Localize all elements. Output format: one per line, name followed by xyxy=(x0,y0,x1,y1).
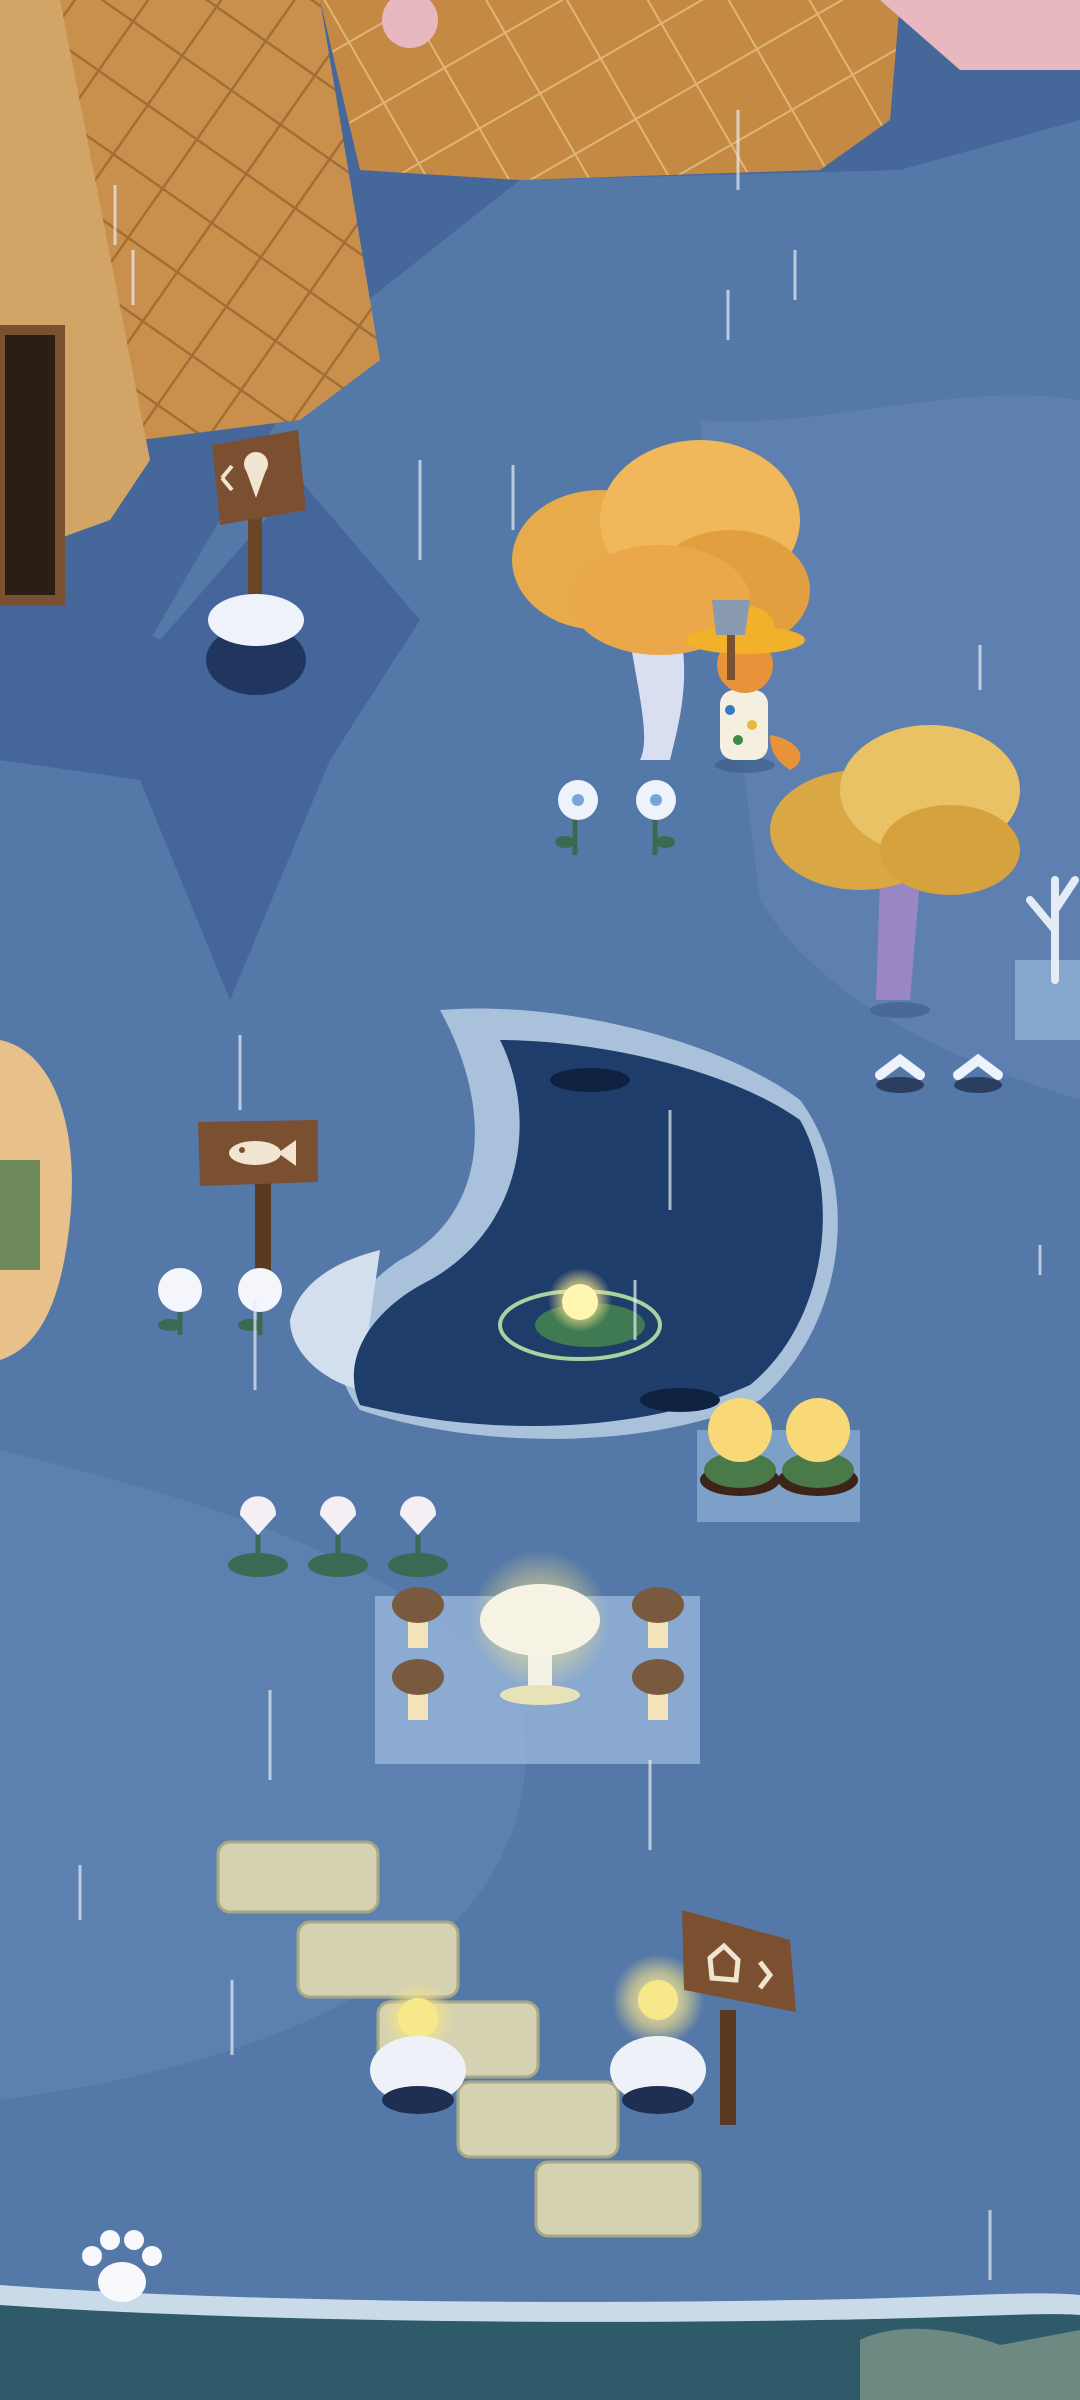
paw-icon xyxy=(82,2230,162,2302)
sea-rocks xyxy=(860,2328,1080,2400)
world-map[interactable] xyxy=(0,0,1080,2400)
game-scene[interactable] xyxy=(0,0,1080,2400)
paw-button[interactable] xyxy=(72,2218,172,2318)
fish-shadow[interactable] xyxy=(640,1388,720,1412)
house-door[interactable] xyxy=(0,325,65,605)
snow-bush xyxy=(206,594,306,695)
fish-shadow[interactable] xyxy=(550,1068,630,1092)
